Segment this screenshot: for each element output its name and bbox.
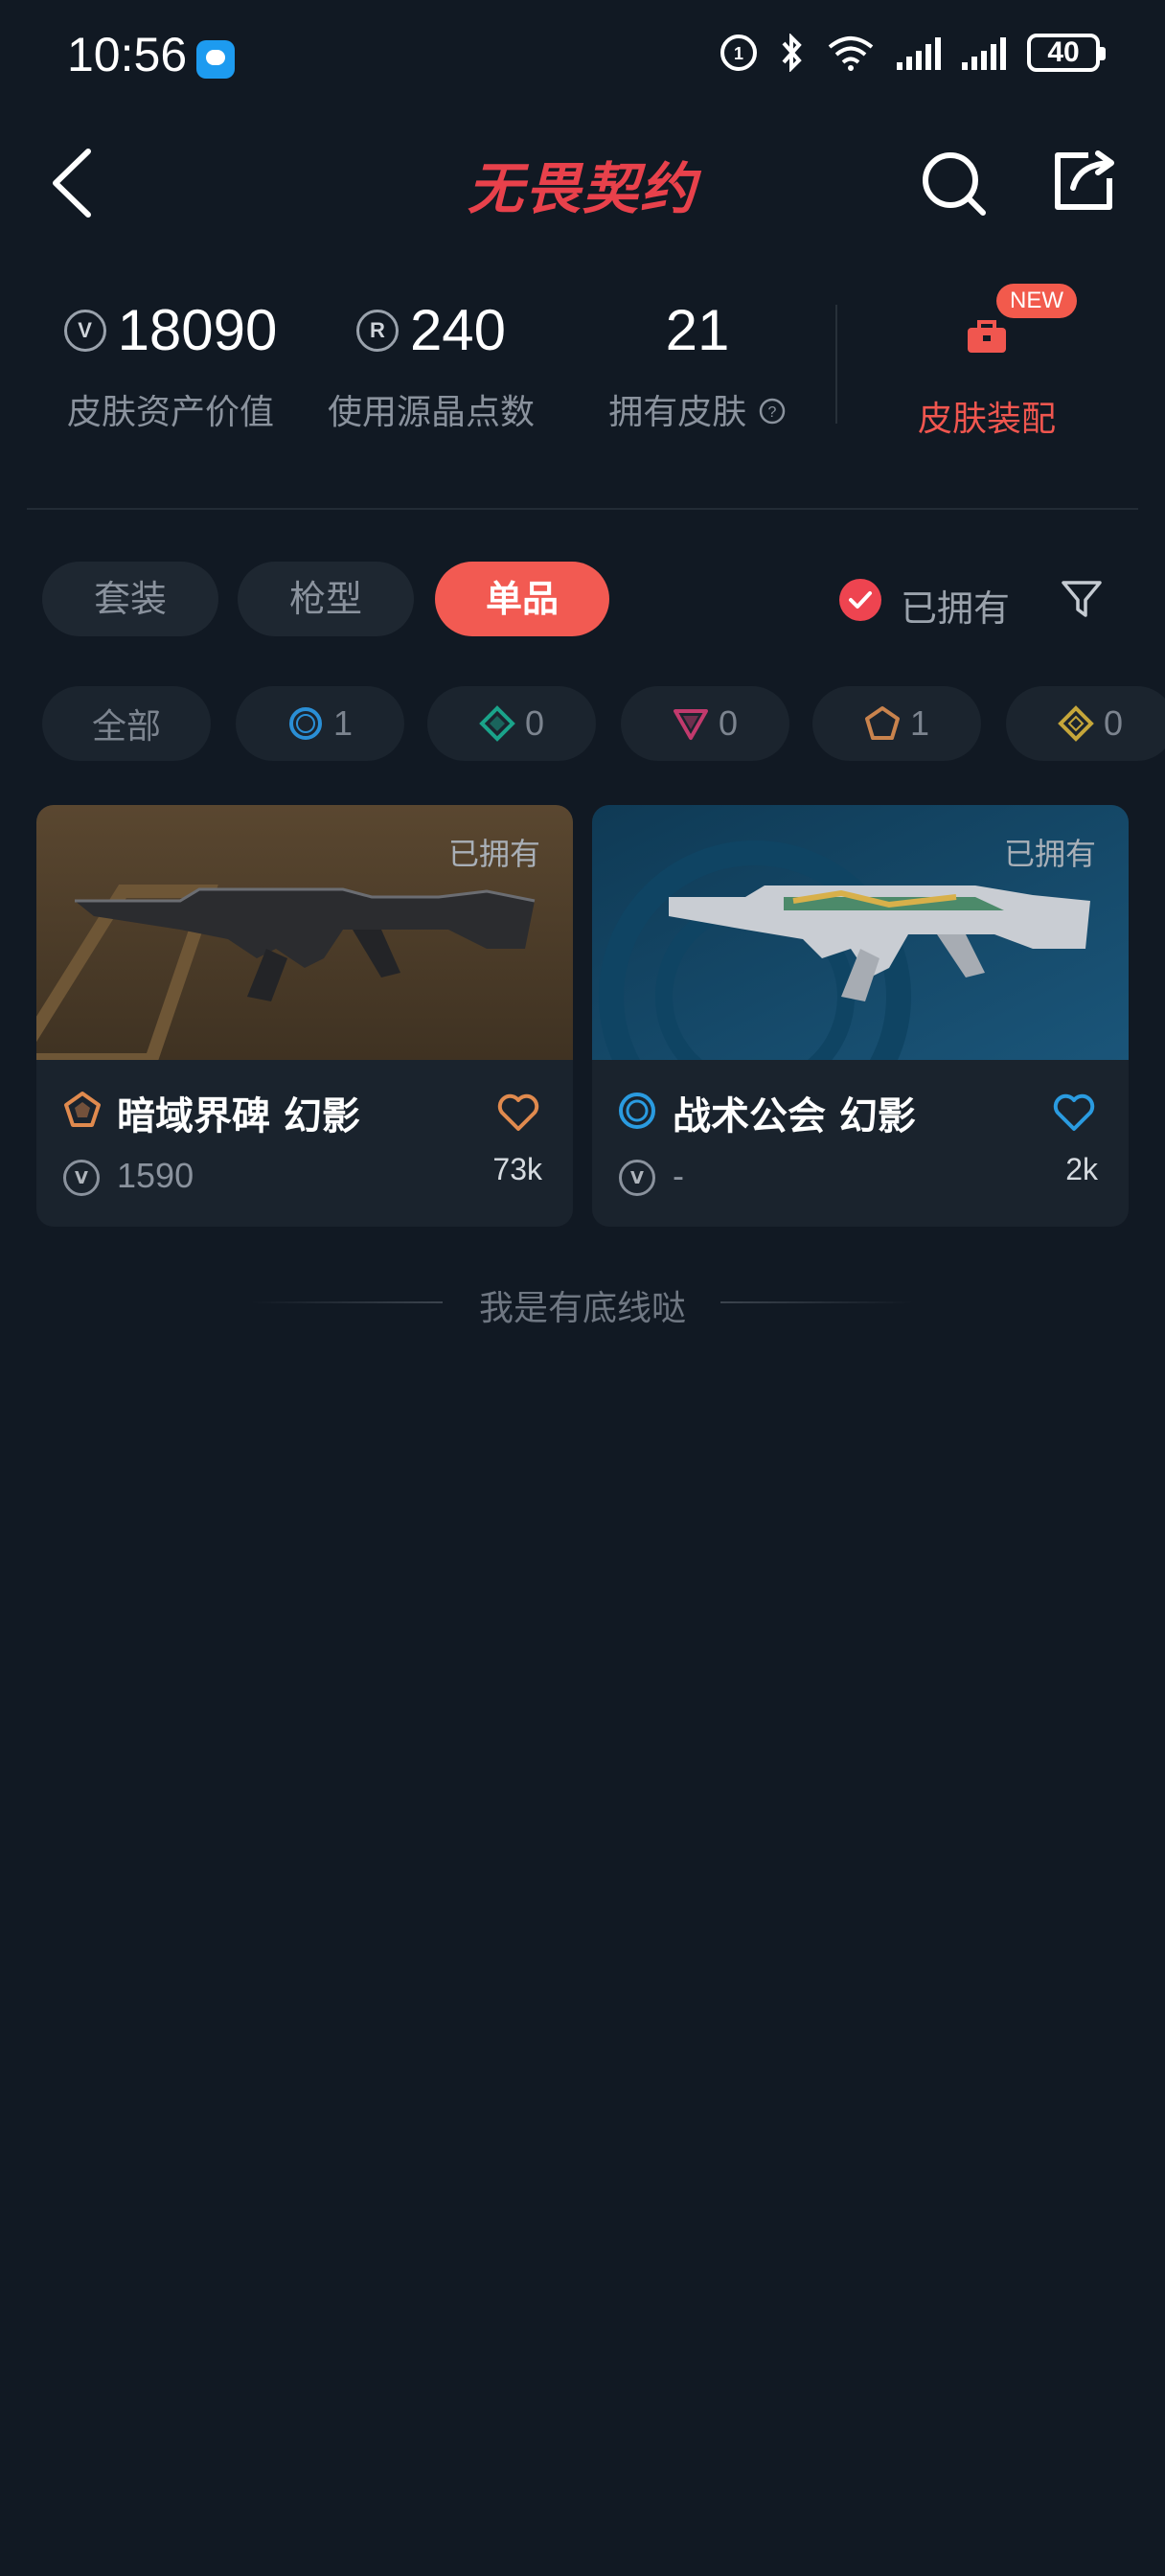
ultra-tier-count: 0 — [1103, 703, 1124, 743]
rarity-chip-deluxe[interactable]: 0 — [427, 686, 596, 761]
signal-icon-2 — [962, 35, 1006, 70]
filter-icon[interactable] — [1060, 577, 1104, 621]
check-icon — [849, 591, 872, 609]
select-tier-count: 1 — [332, 703, 354, 743]
vp-coin-icon: V — [63, 1160, 100, 1196]
stats-divider — [835, 305, 837, 424]
deluxe-tier-count: 0 — [524, 703, 545, 743]
rarity-chip-ultra[interactable]: 0 — [1006, 686, 1165, 761]
signal-icon — [897, 35, 941, 70]
tab-bundle[interactable]: 套装 — [42, 562, 218, 636]
radianite-label: 使用源晶点数 — [327, 393, 535, 432]
share-icon[interactable] — [1050, 150, 1117, 213]
deluxe-tier-icon — [479, 705, 515, 742]
like-count: 73k — [492, 1152, 542, 1186]
owned-tag: 已拥有 — [447, 836, 540, 872]
owned-filter-label[interactable]: 已拥有 — [901, 579, 1010, 632]
vp-coin-icon: V — [619, 1160, 655, 1196]
rarity-chip-premium[interactable]: 0 — [621, 686, 789, 761]
select-tier-icon — [619, 1092, 655, 1129]
asset-value-label: 皮肤资产价值 — [66, 393, 274, 432]
exclusive-tier-count: 1 — [909, 703, 930, 743]
skin-card[interactable]: 已拥有 战术公会 幻影 V - 2k — [592, 805, 1129, 1227]
wifi-icon — [828, 36, 874, 71]
skin-name: 暗域界碑 幻影 — [117, 1094, 360, 1138]
select-tier-icon — [288, 707, 322, 740]
like-count: 2k — [1065, 1152, 1098, 1186]
owned-skins-value: 21 — [665, 298, 730, 362]
skin-name: 战术公会 幻影 — [673, 1094, 916, 1138]
premium-tier-icon — [673, 709, 708, 740]
rarity-chip-all[interactable]: 全部 — [42, 686, 211, 761]
bluetooth-icon — [782, 34, 802, 72]
premium-tier-count: 0 — [718, 703, 739, 743]
toolbox-icon[interactable] — [966, 316, 1008, 355]
stat-owned-skins[interactable]: 21 拥有皮肤 ? — [573, 297, 822, 434]
skin-price: 1590 — [117, 1156, 194, 1195]
rarity-chip-select[interactable]: 1 — [236, 686, 404, 761]
vp-coin-icon: V — [63, 309, 106, 352]
owned-tag: 已拥有 — [1003, 836, 1096, 872]
tab-single-item[interactable]: 单品 — [435, 562, 609, 636]
owned-skins-label: 拥有皮肤 — [608, 393, 747, 432]
stat-radianite-points: R 240 使用源晶点数 — [307, 297, 556, 434]
new-badge: NEW — [996, 284, 1077, 318]
svg-text:?: ? — [767, 404, 776, 421]
battery-icon: 40 — [1027, 34, 1106, 72]
help-icon[interactable]: ? — [758, 397, 787, 426]
heart-icon[interactable] — [496, 1092, 540, 1133]
radianite-value: 240 — [409, 298, 507, 362]
end-of-list-text: 我是有底线哒 — [478, 1289, 686, 1328]
status-icons: 1 40 — [719, 33, 1106, 73]
owned-checkbox[interactable] — [839, 579, 881, 621]
asset-value: 18090 — [117, 298, 278, 362]
exclusive-tier-icon — [64, 1092, 101, 1127]
skin-card[interactable]: 已拥有 暗域界碑 幻影 V 1590 73k — [36, 805, 573, 1227]
hd-icon: 1 — [720, 34, 757, 71]
section-divider — [27, 508, 1138, 510]
chat-notification-icon — [196, 40, 235, 79]
search-icon[interactable] — [920, 150, 987, 217]
ultra-tier-icon — [1058, 705, 1094, 742]
status-time: 10:56 — [67, 28, 188, 81]
svg-text:1: 1 — [734, 44, 743, 63]
skin-price: - — [673, 1156, 684, 1195]
page-title: 无畏契约 — [467, 156, 697, 221]
stat-asset-value: V 18090 皮肤资产价值 — [46, 297, 295, 434]
heart-icon[interactable] — [1052, 1092, 1096, 1133]
skin-equip-button[interactable]: 皮肤装配 — [891, 391, 1083, 441]
radianite-icon: R — [355, 309, 399, 352]
rarity-chip-exclusive[interactable]: 1 — [812, 686, 981, 761]
exclusive-tier-icon — [864, 706, 900, 740]
tab-weapon-type[interactable]: 枪型 — [238, 562, 414, 636]
